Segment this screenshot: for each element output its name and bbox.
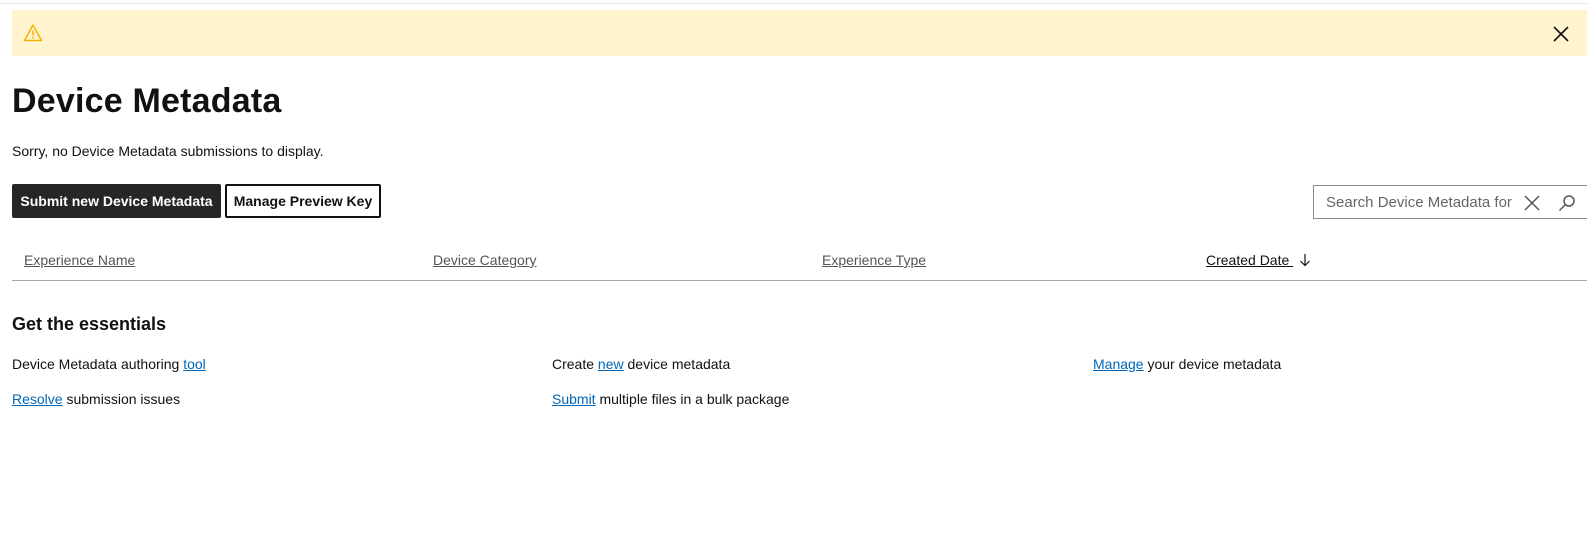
top-divider (0, 3, 1587, 4)
resolve-link[interactable]: Resolve (12, 391, 63, 407)
submit-bulk-link[interactable]: Submit (552, 391, 596, 407)
search-box (1313, 185, 1587, 219)
authoring-tool-link[interactable]: tool (183, 356, 206, 372)
column-header-created-date[interactable]: Created Date (1206, 252, 1311, 269)
column-header-experience-name[interactable]: Experience Name (24, 252, 135, 269)
warning-banner (12, 10, 1587, 56)
essential-item-manage: Manage your device metadata (1093, 355, 1281, 373)
close-icon[interactable] (1552, 25, 1570, 43)
essentials-title: Get the essentials (12, 314, 167, 334)
column-header-created-date-label: Created Date (1206, 252, 1290, 268)
page: Device Metadata Sorry, no Device Metadat… (0, 0, 1587, 541)
essential-item-authoring-tool: Device Metadata authoring tool (12, 355, 206, 373)
manage-preview-key-button[interactable]: Manage Preview Key (225, 184, 381, 218)
column-header-experience-type[interactable]: Experience Type (822, 252, 926, 269)
essential-item-create-new: Create new device metadata (552, 355, 730, 373)
essential-item-text: device metadata (623, 356, 731, 372)
manage-link[interactable]: Manage (1093, 356, 1144, 372)
search-icon[interactable] (1558, 194, 1576, 212)
essential-item-text: your device metadata (1143, 356, 1282, 372)
column-header-device-category[interactable]: Device Category (433, 252, 537, 269)
essential-item-bulk-submit: Submit multiple files in a bulk package (552, 390, 789, 408)
submit-new-device-metadata-button[interactable]: Submit new Device Metadata (12, 184, 221, 218)
essential-item-resolve: Resolve submission issues (12, 390, 180, 408)
table-header: Experience Name Device Category Experien… (12, 240, 1587, 281)
empty-state-message: Sorry, no Device Metadata submissions to… (12, 143, 324, 159)
essential-item-text: Device Metadata authoring (12, 356, 184, 372)
clear-search-icon[interactable] (1523, 194, 1541, 212)
page-title: Device Metadata (12, 82, 282, 120)
essential-item-text: submission issues (62, 391, 181, 407)
create-new-link[interactable]: new (598, 356, 624, 372)
essential-item-text: multiple files in a bulk package (595, 391, 790, 407)
essential-item-text: Create (552, 356, 598, 372)
search-input[interactable] (1314, 186, 1514, 218)
sort-descending-icon (1299, 253, 1311, 267)
warning-icon (23, 23, 43, 43)
